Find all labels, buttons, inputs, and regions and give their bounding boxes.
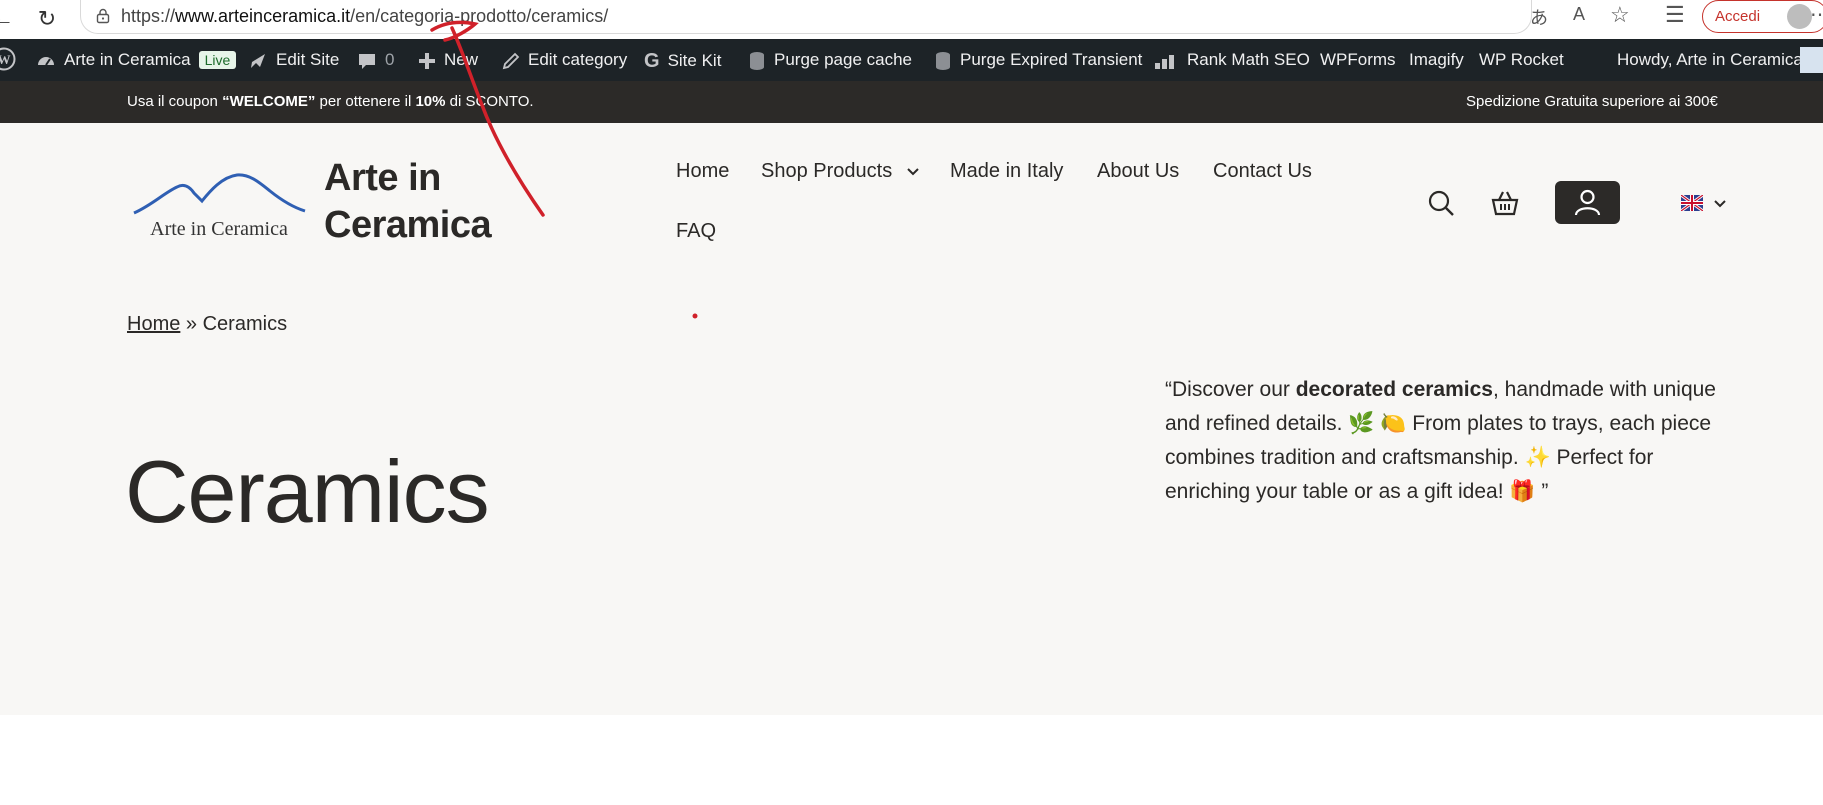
admin-purge-transient[interactable]: Purge Expired Transient <box>934 50 1142 71</box>
dashboard-icon <box>38 56 54 66</box>
admin-edit-category[interactable]: Edit category <box>502 50 627 70</box>
nav-made-in-italy[interactable]: Made in Italy <box>950 160 1063 183</box>
live-badge: Live <box>198 51 237 69</box>
google-g-icon: G <box>644 50 660 72</box>
svg-text:Arte in Ceramica: Arte in Ceramica <box>150 218 288 240</box>
wordpress-logo-icon[interactable]: W <box>0 47 16 76</box>
svg-text:W: W <box>0 52 11 67</box>
search-icon[interactable] <box>1427 189 1455 217</box>
breadcrumb: Home » Ceramics <box>127 313 287 336</box>
admin-new[interactable]: New <box>418 50 478 70</box>
user-icon <box>1574 189 1601 216</box>
breadcrumb-home-link[interactable]: Home <box>127 313 180 335</box>
coupon-notice: Usa il coupon “WELCOME” per ottenere il … <box>127 93 534 110</box>
chevron-down-icon <box>907 168 919 176</box>
address-bar[interactable]: https://www.arteinceramica.it/en/categor… <box>80 0 1532 34</box>
promo-notice-bar: Usa il coupon “WELCOME” per ottenere il … <box>0 81 1823 123</box>
wp-admin-bar: W Arte in Ceramica Live Edit Site 0 New E… <box>0 39 1823 81</box>
nav-about-us[interactable]: About Us <box>1097 160 1179 183</box>
rank-math-icon <box>1155 54 1174 69</box>
admin-avatar[interactable] <box>1800 47 1823 73</box>
admin-rank-math[interactable]: Rank Math SEO <box>1153 50 1310 70</box>
admin-site-kit[interactable]: G Site Kit <box>644 50 721 73</box>
pencil-icon <box>502 52 520 69</box>
site-title[interactable]: Arte in Ceramica <box>324 155 492 249</box>
account-button[interactable] <box>1555 181 1620 224</box>
signin-button[interactable]: Accedi <box>1702 0 1823 33</box>
read-aloud-icon[interactable]: A <box>1573 4 1585 25</box>
admin-imagify[interactable]: Imagify <box>1409 50 1464 70</box>
profile-avatar <box>1787 4 1812 29</box>
nav-shop-products[interactable]: Shop Products <box>761 160 920 183</box>
nav-home[interactable]: Home <box>676 160 729 183</box>
url-text[interactable]: https://www.arteinceramica.it/en/categor… <box>121 6 608 27</box>
database-icon <box>750 51 764 70</box>
translate-icon[interactable]: あ <box>1530 4 1548 30</box>
comment-icon <box>359 53 375 69</box>
basket-icon[interactable] <box>1491 189 1519 217</box>
page-title: Ceramics <box>125 442 490 541</box>
category-description: “Discover our decorated ceramics, handma… <box>1165 378 1716 503</box>
more-menu-icon[interactable]: ⋯ <box>1810 2 1823 27</box>
admin-site-name[interactable]: Arte in Ceramica Live <box>36 50 237 71</box>
uk-flag-icon[interactable] <box>1681 195 1703 211</box>
database-icon <box>936 51 950 70</box>
admin-howdy[interactable]: Howdy, Arte in Ceramica <box>1617 50 1803 70</box>
browser-toolbar: ← ↻ https://www.arteinceramica.it/en/cat… <box>0 0 1823 39</box>
shipping-notice: Spedizione Gratuita superiore ai 300€ <box>1466 93 1718 110</box>
breadcrumb-current: Ceramics <box>202 313 288 335</box>
admin-comments[interactable]: 0 <box>357 50 394 71</box>
reload-icon[interactable]: ↻ <box>34 6 60 32</box>
admin-edit-site[interactable]: Edit Site <box>248 50 339 71</box>
site-content: Arte in Ceramica Arte in Ceramica Home Sh… <box>0 123 1823 715</box>
nav-faq[interactable]: FAQ <box>676 220 716 243</box>
admin-wp-rocket[interactable]: WP Rocket <box>1479 50 1564 70</box>
favorite-star-icon[interactable]: ☆ <box>1610 2 1630 28</box>
back-arrow-icon[interactable]: ← <box>0 6 16 32</box>
admin-wpforms[interactable]: WPForms <box>1320 50 1396 70</box>
favorites-list-icon[interactable]: ☰ <box>1665 2 1685 28</box>
site-logo[interactable]: Arte in Ceramica <box>132 165 307 245</box>
nav-contact-us[interactable]: Contact Us <box>1213 160 1312 183</box>
brush-icon <box>251 53 265 68</box>
lock-icon[interactable] <box>95 8 111 24</box>
breadcrumb-separator: » <box>180 313 203 335</box>
plus-icon <box>419 52 435 69</box>
language-chevron-down-icon[interactable] <box>1713 199 1727 209</box>
admin-purge-page-cache[interactable]: Purge page cache <box>748 50 912 71</box>
